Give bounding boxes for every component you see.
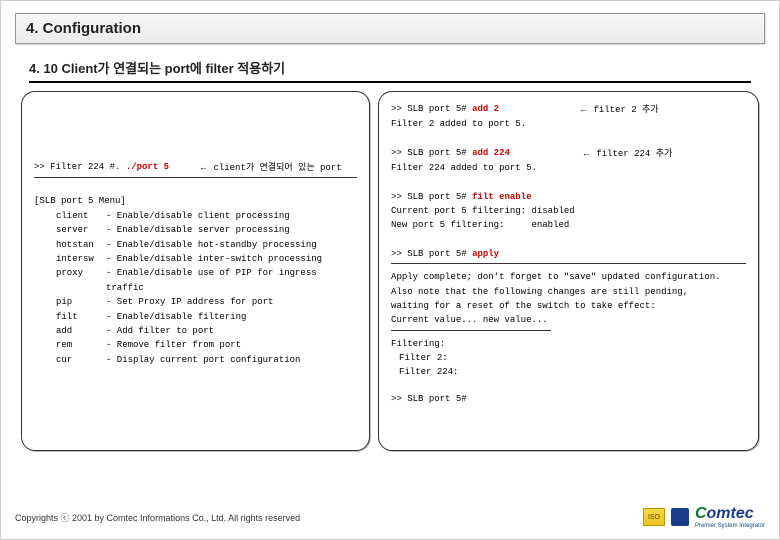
cmd-annotation: ← filter 224 추가	[582, 146, 672, 161]
menu-row: add- Add filter to port	[56, 324, 357, 338]
output-text: New port 5 filtering: enabled	[391, 218, 746, 232]
menu-key: rem	[56, 338, 106, 352]
terminal-left: >> Filter 224 # . ./port 5 ← client가 연결되…	[21, 91, 370, 451]
cmd-line: >> SLB port 5# filt enable	[391, 190, 746, 204]
menu-desc: - Enable/disable use of PIP for ingress …	[106, 266, 357, 295]
menu-key: cur	[56, 353, 106, 367]
cmd-line: >> SLB port 5# apply	[391, 247, 746, 261]
menu-key: intersw	[56, 252, 106, 266]
output-text: Filter 2 added to port 5.	[391, 117, 746, 131]
menu-desc: - Remove filter from port	[106, 338, 357, 352]
annotation-text: filter 2 추가	[593, 105, 658, 115]
menu-key: proxy	[56, 266, 106, 295]
cmd-line: >> Filter 224 # . ./port 5 ← client가 연결되…	[34, 160, 357, 175]
prompt-text: >> SLB port 5#	[391, 392, 746, 406]
cert-badge-icon	[671, 508, 689, 526]
prompt-text: >> SLB port 5#	[391, 249, 472, 259]
menu-key: hotstan	[56, 238, 106, 252]
prompt-text: >> SLB port 5#	[391, 104, 472, 114]
menu-row: cur- Display current port configuration	[56, 353, 357, 367]
menu-key: pip	[56, 295, 106, 309]
annotation-text: filter 224 추가	[596, 149, 672, 159]
menu-row: proxy- Enable/disable use of PIP for ing…	[56, 266, 357, 295]
cmd-line: >> SLB port 5# add 2 ← filter 2 추가	[391, 102, 746, 117]
output-text: Filter 224:	[399, 365, 746, 379]
menu-row: client- Enable/disable client processing	[56, 209, 357, 223]
terminal-right: >> SLB port 5# add 2 ← filter 2 추가 Filte…	[378, 91, 759, 451]
arrow-left-icon: ←	[199, 162, 208, 172]
section-title: 4. Configuration	[15, 13, 765, 44]
menu-key: add	[56, 324, 106, 338]
menu-key: server	[56, 223, 106, 237]
output-label: New port 5 filtering:	[391, 220, 504, 230]
menu-desc: - Set Proxy IP address for port	[106, 295, 357, 309]
menu-header: [SLB port 5 Menu]	[34, 194, 357, 208]
output-text: Filter 224 added to port 5.	[391, 161, 746, 175]
arrow-left-icon: ←	[582, 148, 591, 158]
command-text: add 2	[472, 104, 499, 114]
output-text: Filtering:	[391, 337, 746, 351]
annotation-text: client가 연결되어 있는 port	[213, 163, 341, 173]
output-text: Also note that the following changes are…	[391, 285, 746, 299]
menu-desc: - Enable/disable hot-standby processing	[106, 238, 357, 252]
copyright-text: Copyrights ⓒ 2001 by Comtec Informations…	[15, 511, 300, 524]
menu-key: filt	[56, 310, 106, 324]
arrow-left-icon: ←	[579, 104, 588, 114]
menu-desc: - Enable/disable client processing	[106, 209, 357, 223]
cert-badge-icon: ISO	[643, 508, 665, 526]
logo-block: ISO Comtec Premier System Integrator	[643, 505, 765, 529]
output-text: Filter 2:	[399, 351, 746, 365]
menu-desc: - Enable/disable inter-switch processing	[106, 252, 357, 266]
company-logo: Comtec	[695, 505, 765, 523]
command-text: filt enable	[472, 192, 531, 202]
output-text: Current port 5 filtering: disabled	[391, 204, 746, 218]
menu-row: server- Enable/disable server processing	[56, 223, 357, 237]
company-tagline: Premier System Integrator	[695, 523, 765, 529]
menu-desc: - Add filter to port	[106, 324, 357, 338]
menu-desc: - Enable/disable server processing	[106, 223, 357, 237]
prompt-text: >> Filter 224 #	[34, 160, 115, 175]
content-panels: >> Filter 224 # . ./port 5 ← client가 연결되…	[21, 91, 759, 451]
menu-desc: - Display current port configuration	[106, 353, 357, 367]
divider	[391, 263, 746, 264]
prompt-text: >> SLB port 5#	[391, 192, 472, 202]
sub-section-title: 4. 10 Client가 연결되는 port에 filter 적용하기	[29, 58, 751, 83]
menu-row: filt- Enable/disable filtering	[56, 310, 357, 324]
cmd-line: >> SLB port 5# add 224 ← filter 224 추가	[391, 146, 746, 161]
divider	[391, 330, 551, 331]
menu-desc: - Enable/disable filtering	[106, 310, 357, 324]
command-text: . ./port 5	[115, 160, 169, 175]
output-value: enabled	[531, 220, 569, 230]
divider	[34, 177, 357, 178]
menu-row: intersw- Enable/disable inter-switch pro…	[56, 252, 357, 266]
output-text: waiting for a reset of the switch to tak…	[391, 299, 746, 313]
cmd-annotation: ← filter 2 추가	[579, 102, 659, 117]
menu-key: client	[56, 209, 106, 223]
command-text: add 224	[472, 148, 510, 158]
menu-row: hotstan- Enable/disable hot-standby proc…	[56, 238, 357, 252]
menu-row: pip- Set Proxy IP address for port	[56, 295, 357, 309]
cmd-annotation: ← client가 연결되어 있는 port	[199, 160, 342, 175]
output-text: Current value... new value...	[391, 313, 746, 327]
footer: Copyrights ⓒ 2001 by Comtec Informations…	[15, 505, 765, 529]
menu-list: client- Enable/disable client processing…	[34, 209, 357, 367]
menu-row: rem- Remove filter from port	[56, 338, 357, 352]
command-text: apply	[472, 249, 499, 259]
slide: 4. Configuration 4. 10 Client가 연결되는 port…	[0, 0, 780, 540]
output-text: Apply complete; don't forget to "save" u…	[391, 270, 746, 284]
prompt-text: >> SLB port 5#	[391, 148, 472, 158]
